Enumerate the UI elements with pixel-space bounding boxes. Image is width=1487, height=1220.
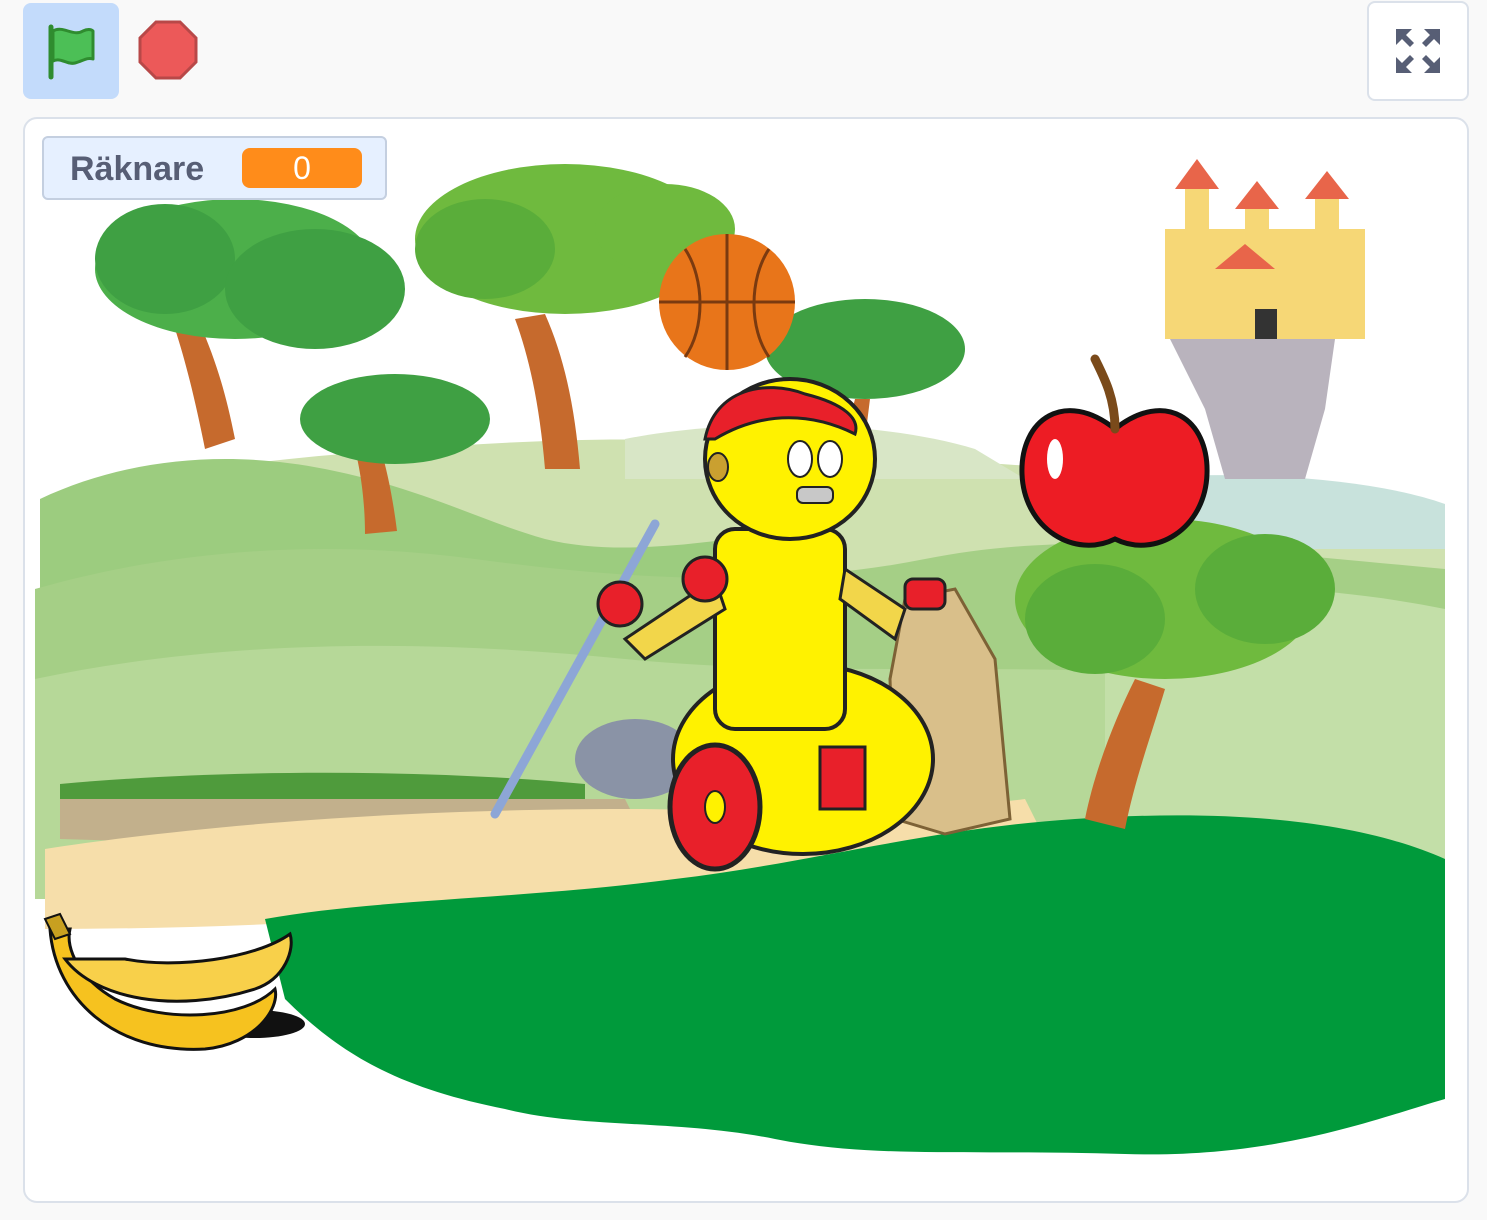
banana-sprite[interactable] <box>43 912 305 1051</box>
variable-monitor-label: Räknare <box>70 150 205 188</box>
variable-monitor-value: 0 <box>242 148 362 188</box>
variable-monitor[interactable]: Räknare 0 <box>42 136 387 200</box>
stop-sign-icon <box>138 20 198 80</box>
stop-button[interactable] <box>132 14 204 86</box>
fullscreen-button[interactable] <box>1367 1 1469 101</box>
toolbar <box>0 0 1487 110</box>
stage-backdrop <box>35 159 1445 1155</box>
fullscreen-icon <box>1396 29 1440 73</box>
green-flag-icon <box>48 24 95 80</box>
stage[interactable]: Räknare 0 <box>23 117 1469 1203</box>
green-flag-button[interactable] <box>23 3 119 99</box>
basketball-sprite[interactable] <box>659 234 795 370</box>
apple-sprite[interactable] <box>1019 354 1210 548</box>
